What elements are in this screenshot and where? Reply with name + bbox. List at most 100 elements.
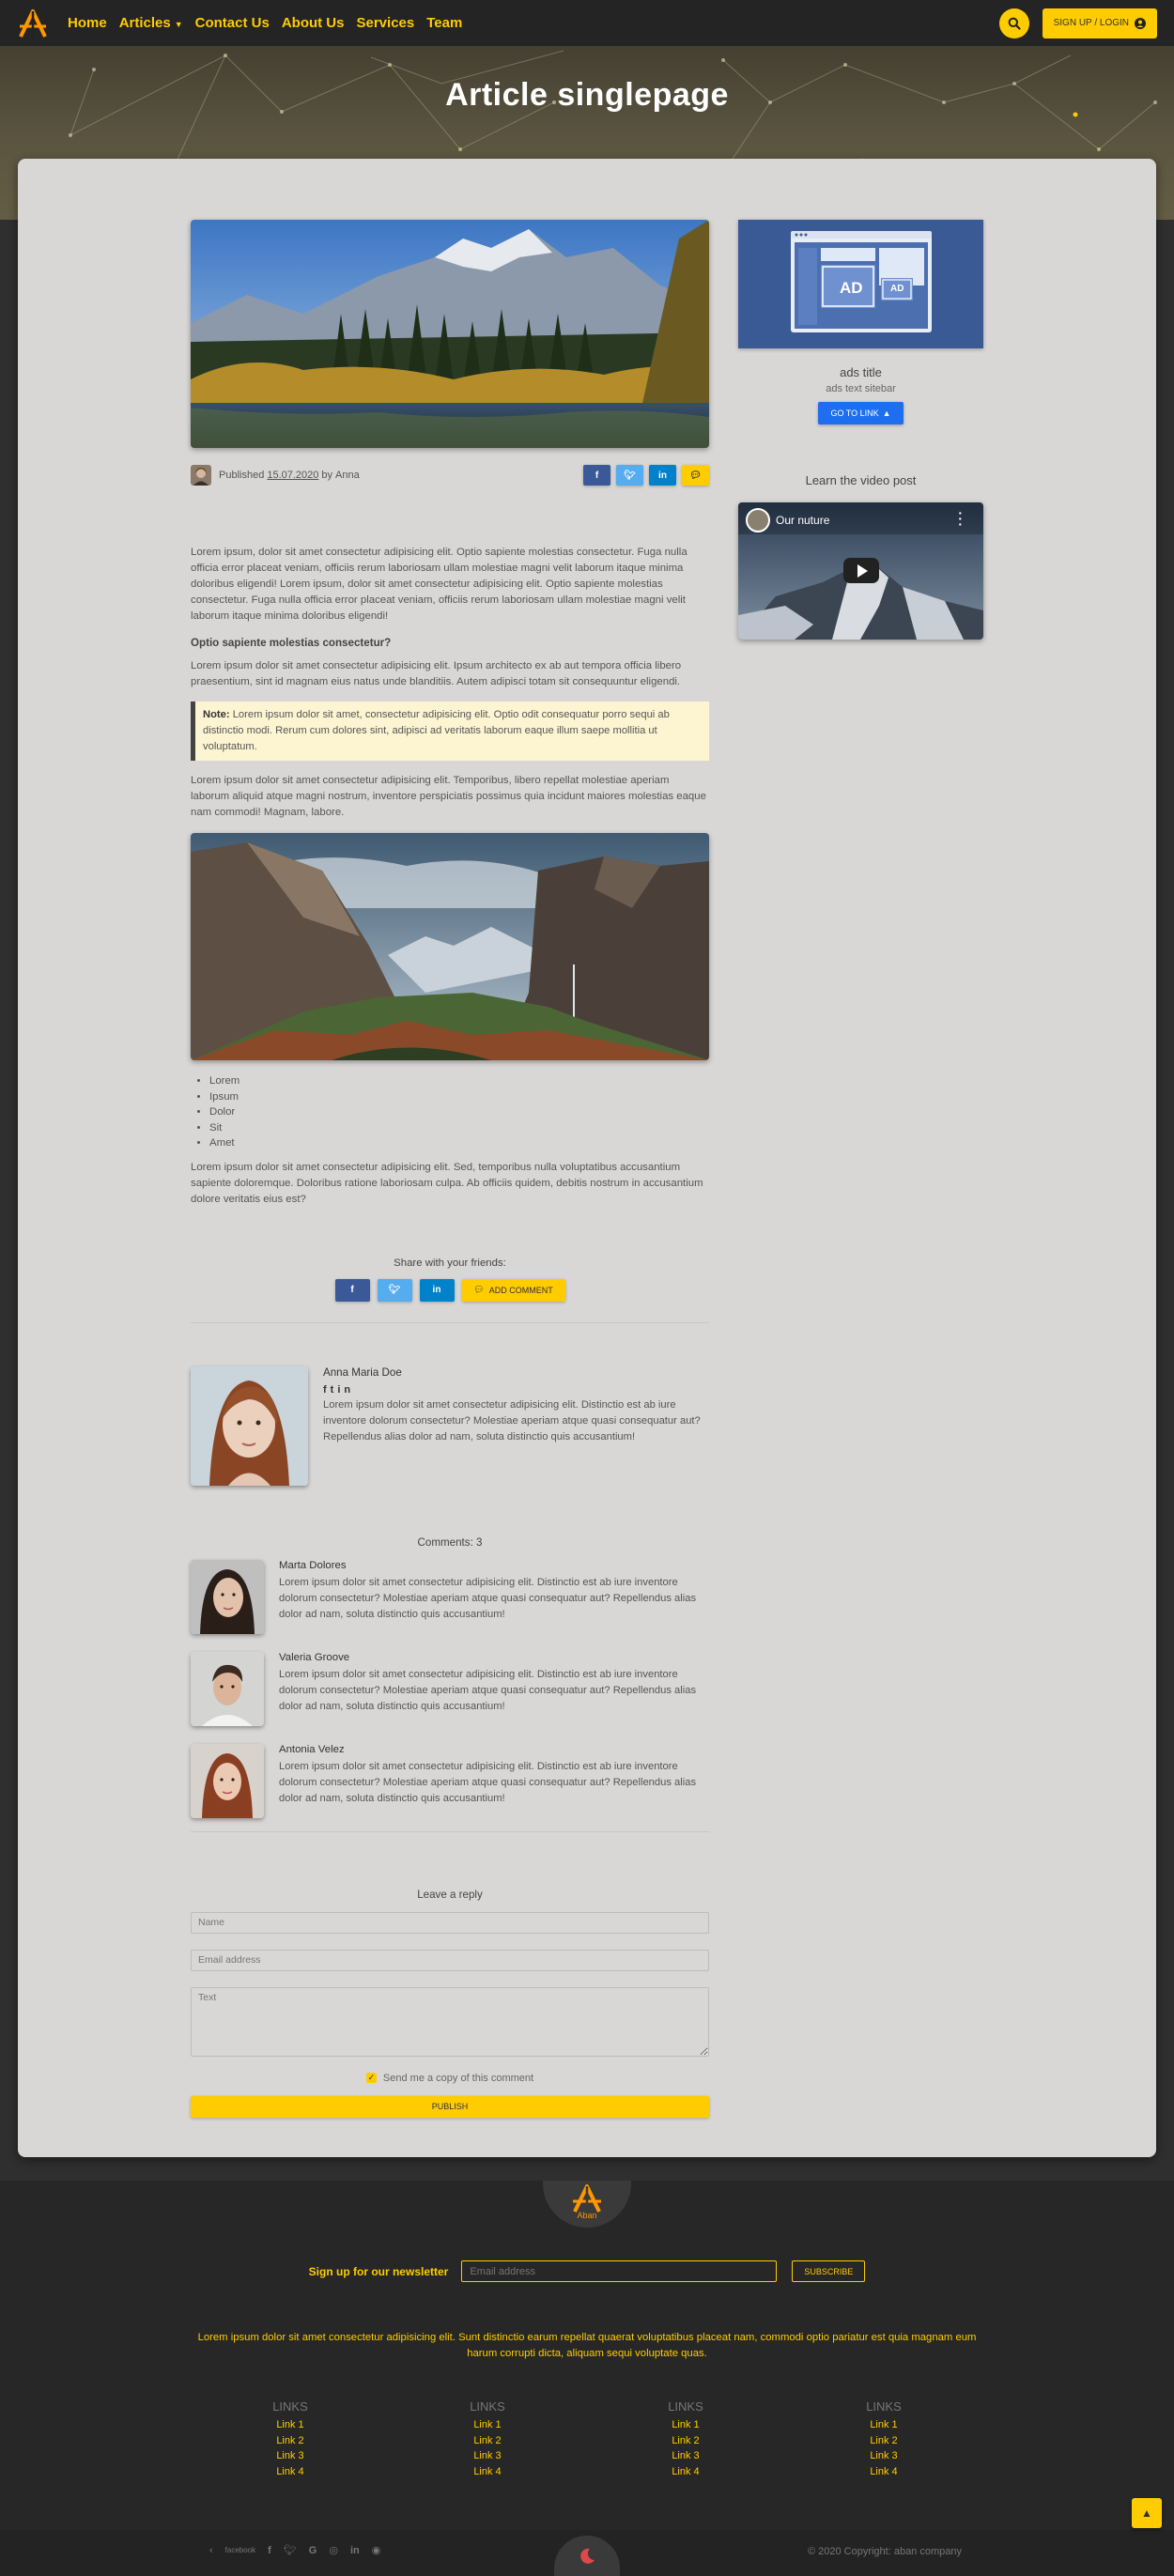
footer-link[interactable]: Link 4: [440, 2464, 534, 2480]
facebook-share-button[interactable]: f: [334, 1278, 370, 1302]
twitter-icon[interactable]: 🐦︎: [284, 2544, 297, 2556]
facebook-icon[interactable]: f: [268, 2545, 271, 2556]
footer-link[interactable]: Link 2: [639, 2433, 733, 2449]
author-name: Anna Maria Doe: [323, 1365, 402, 1379]
logo-icon[interactable]: [17, 8, 49, 39]
comment-text: Lorem ipsum dolor sit amet consectetur a…: [279, 1576, 697, 1620]
facebook-share-button[interactable]: f: [583, 465, 610, 486]
comment-item: Valeria Groove Lorem ipsum dolor sit ame…: [191, 1651, 709, 1726]
comment-body: Valeria Groove Lorem ipsum dolor sit ame…: [279, 1652, 709, 1726]
comments-icon: 💬︎: [473, 1285, 485, 1294]
footer-logo[interactable]: Aban: [543, 2181, 631, 2228]
article-hero-image: [191, 220, 709, 448]
linkedin-icon[interactable]: in: [337, 1384, 354, 1396]
subscribe-button[interactable]: SUBSCRIBE: [792, 2260, 866, 2282]
more-vertical-icon[interactable]: · · ·: [958, 506, 963, 531]
published-date[interactable]: 15.07.2020: [267, 470, 318, 481]
link-column-title: LINKS: [272, 2399, 308, 2414]
name-input[interactable]: [191, 1911, 709, 1934]
channel-avatar[interactable]: [746, 508, 770, 532]
copy-checkbox[interactable]: ✓: [365, 2073, 377, 2083]
email-input[interactable]: [191, 1949, 709, 1971]
nav-home[interactable]: Home: [68, 15, 107, 31]
footer-link[interactable]: Link 2: [440, 2433, 534, 2449]
article-valley-image: [191, 833, 709, 1060]
google-icon[interactable]: G: [309, 2545, 317, 2556]
link-column-title: LINKS: [866, 2399, 902, 2414]
text-input[interactable]: [191, 1986, 709, 2057]
linkedin-share-button[interactable]: in: [419, 1278, 455, 1302]
divider: [191, 1830, 709, 1832]
commenter-photo: [191, 1559, 264, 1634]
signup-login-button[interactable]: SIGN UP / LOGIN: [1042, 8, 1157, 39]
nav-articles-label: Articles: [118, 15, 171, 31]
author-name-meta: Anna: [335, 470, 360, 481]
github-icon[interactable]: ◉: [372, 2544, 381, 2556]
theme-toggle[interactable]: [554, 2536, 620, 2576]
footer-link[interactable]: Link 4: [837, 2464, 931, 2480]
footer: Aban Sign up for our newsletter SUBSCRIB…: [0, 2181, 1174, 2530]
author-social-links: ftin: [323, 1384, 709, 1396]
nav-articles-dropdown[interactable]: Articles ▼: [119, 15, 183, 31]
paragraph-3: Lorem ipsum dolor sit amet consectetur a…: [191, 775, 706, 818]
footer-link[interactable]: Link 4: [243, 2464, 337, 2480]
chevron-left-icon[interactable]: ‹: [209, 2545, 213, 2556]
footer-link[interactable]: Link 1: [837, 2417, 931, 2433]
sidebar: AD AD ads title ads text sitebar GO TO L…: [738, 220, 983, 640]
article: Published 15.07.2020 by Anna f 🐦︎ in 💬︎ …: [191, 220, 709, 2118]
note-label: Note:: [203, 709, 230, 720]
author-bio: Lorem ipsum dolor sit amet consectetur a…: [323, 1398, 701, 1442]
play-icon[interactable]: [843, 558, 879, 583]
footer-link[interactable]: Link 2: [837, 2433, 931, 2449]
add-comment-button[interactable]: 💬︎ ADD COMMENT: [461, 1278, 565, 1302]
list-item: Sit: [209, 1120, 709, 1136]
footer-link[interactable]: Link 1: [639, 2417, 733, 2433]
copy-label: Send me a copy of this comment: [382, 2072, 534, 2084]
nav-contact[interactable]: Contact Us: [195, 15, 270, 31]
link-column-title: LINKS: [668, 2399, 703, 2414]
arrow-up-icon: ▲: [882, 409, 891, 418]
user-circle-icon: [1135, 17, 1146, 29]
footer-link[interactable]: Link 1: [243, 2417, 337, 2433]
check-icon: ✓: [367, 2073, 376, 2082]
instagram-icon[interactable]: ◎: [329, 2544, 338, 2556]
facebook-text[interactable]: facebook: [225, 2546, 255, 2554]
linkedin-share-button[interactable]: in: [649, 465, 676, 486]
link-column: LINKS Link 1 Link 2 Link 3 Link 4: [837, 2399, 931, 2479]
twitter-share-button[interactable]: 🐦︎: [377, 1278, 412, 1302]
footer-logo-text: Aban: [577, 2211, 597, 2220]
note-callout: Note: Lorem ipsum dolor sit amet, consec…: [191, 702, 709, 761]
footer-link[interactable]: Link 3: [440, 2448, 534, 2464]
video-title[interactable]: Our nuture: [776, 514, 829, 527]
linkedin-icon: in: [658, 470, 667, 481]
link-column: LINKS Link 1 Link 2 Link 3 Link 4: [639, 2399, 733, 2479]
video-player[interactable]: Our nuture · · ·: [738, 502, 983, 640]
facebook-icon[interactable]: f: [323, 1384, 331, 1396]
footer-link[interactable]: Link 2: [243, 2433, 337, 2449]
footer-link[interactable]: Link 3: [243, 2448, 337, 2464]
by-label: by: [321, 470, 333, 481]
nav-team[interactable]: Team: [426, 15, 462, 31]
go-to-link-button[interactable]: GO TO LINK ▲: [818, 402, 904, 424]
newsletter-email-input[interactable]: [461, 2260, 778, 2282]
twitter-share-button[interactable]: 🐦︎: [616, 465, 643, 486]
author-avatar: [191, 465, 211, 486]
ad-image[interactable]: AD AD: [738, 220, 983, 348]
footer-link[interactable]: Link 3: [639, 2448, 733, 2464]
list-item: Lorem: [209, 1073, 709, 1089]
footer-link[interactable]: Link 1: [440, 2417, 534, 2433]
commenter-photo: [191, 1743, 264, 1818]
nav-about[interactable]: About Us: [282, 15, 345, 31]
search-button[interactable]: [998, 8, 1029, 39]
publish-button[interactable]: PUBLISH: [191, 2095, 709, 2118]
share-title: Share with your friends:: [394, 1257, 506, 1269]
linkedin-icon[interactable]: in: [350, 2545, 360, 2556]
footer-link[interactable]: Link 3: [837, 2448, 931, 2464]
scroll-to-top-button[interactable]: ▲: [1132, 2498, 1162, 2528]
nav-services[interactable]: Services: [357, 15, 415, 31]
author-photo: [191, 1365, 308, 1486]
footer-link[interactable]: Link 4: [639, 2464, 733, 2480]
search-icon: [1008, 17, 1021, 30]
comment-button[interactable]: 💬︎: [682, 465, 709, 486]
link-column: LINKS Link 1 Link 2 Link 3 Link 4: [440, 2399, 534, 2479]
